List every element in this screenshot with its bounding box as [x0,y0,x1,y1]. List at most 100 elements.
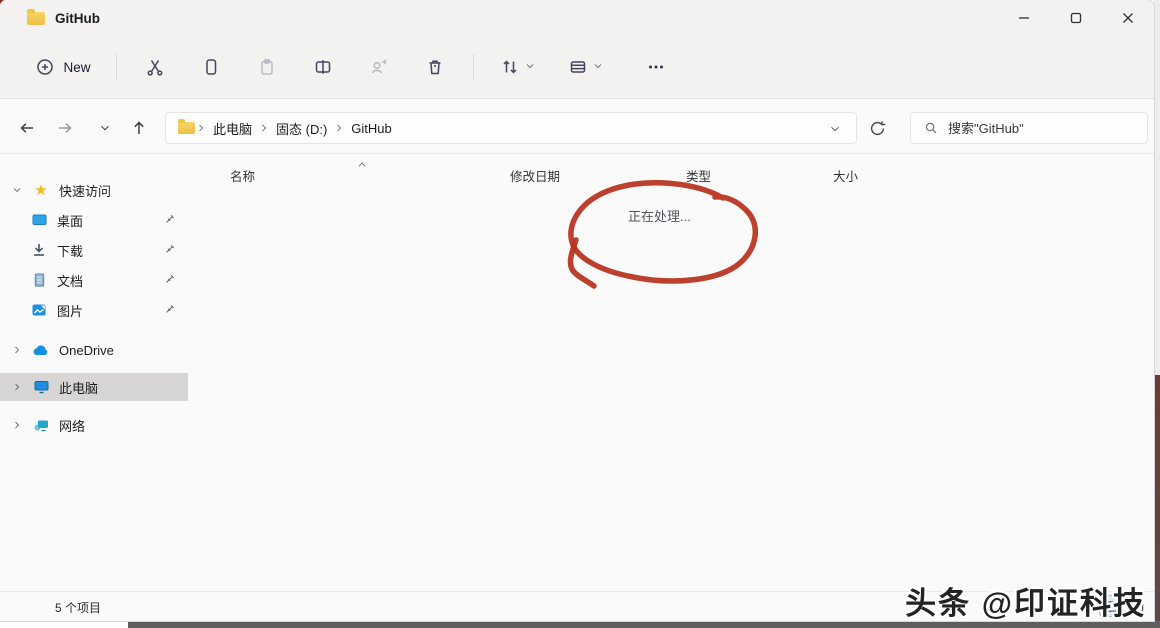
chevron-collapsed-icon[interactable] [10,344,24,356]
title-bar: GitHub [0,0,1154,36]
sidebar-item-quick-access[interactable]: ★ 快速访问 [0,176,188,204]
sidebar-item-label: 下载 [57,241,83,260]
paste-button[interactable] [245,47,289,87]
network-icon [32,417,50,433]
breadcrumb-drive-d[interactable]: 固态 (D:) [270,115,333,142]
column-header-type[interactable]: 类型 [686,166,711,185]
watermark-text: 头条 @印证科技 [905,578,1146,621]
delete-button[interactable] [413,47,457,87]
toolbar-divider [116,54,117,80]
background-right-edge-dark [1153,375,1160,628]
sidebar-item-label: OneDrive [59,343,114,358]
share-icon [369,57,389,77]
chevron-collapsed-icon[interactable] [10,381,24,393]
processing-status-text: 正在处理... [628,206,691,225]
column-header-size[interactable]: 大小 [833,166,858,185]
delete-icon [425,57,445,77]
minimize-button[interactable] [998,0,1050,36]
view-icon [568,57,588,77]
share-button[interactable] [357,47,401,87]
pin-icon [163,303,176,321]
maximize-button[interactable] [1050,0,1102,36]
chevron-down-icon [98,121,112,135]
more-options-button[interactable] [634,47,678,87]
sidebar-item-onedrive[interactable]: OneDrive [0,336,188,364]
up-arrow-icon [129,118,149,138]
desktop-icon [30,212,48,228]
cut-icon [145,57,165,77]
star-icon: ★ [32,183,50,198]
breadcrumb-github[interactable]: GitHub [345,117,397,140]
sort-button[interactable] [492,47,544,87]
rename-button[interactable] [301,47,345,87]
address-dropdown-button[interactable] [824,121,846,139]
back-button[interactable] [12,113,42,143]
chevron-right-icon [195,122,207,134]
copy-icon [201,57,221,77]
recent-locations-button[interactable] [90,113,120,143]
column-header-date-modified[interactable]: 修改日期 [510,166,560,185]
close-icon [1118,8,1138,28]
item-count: 5 个项目 [55,599,101,616]
maximize-icon [1066,8,1086,28]
chevron-right-icon [258,122,270,134]
command-toolbar: New [0,36,1154,99]
sidebar-item-label: 网络 [59,416,85,435]
computer-icon [32,379,50,395]
forward-button[interactable] [50,113,80,143]
hand-drawn-circle-annotation [563,180,763,294]
file-explorer-window: GitHub New [0,0,1154,621]
sidebar-item-label: 图片 [57,301,83,320]
sidebar-item-desktop[interactable]: 桌面 [0,206,188,234]
new-button-label: New [63,60,90,75]
up-button[interactable] [124,113,154,143]
column-header-name[interactable]: 名称 [230,166,255,185]
close-button[interactable] [1102,0,1154,36]
refresh-icon [868,119,887,138]
navigation-pane: ★ 快速访问 桌面 下载 [0,154,188,591]
refresh-button[interactable] [862,113,892,143]
chevron-right-icon [333,122,345,134]
toolbar-divider [473,54,474,80]
copy-button[interactable] [189,47,233,87]
chevron-collapsed-icon[interactable] [10,419,24,431]
rename-icon [313,57,333,77]
download-icon [30,242,48,258]
file-list-area: 名称 修改日期 类型 大小 正在处理... [188,154,1154,591]
background-bottom-edge [128,621,1160,628]
address-bar[interactable]: 此电脑 固态 (D:) GitHub [165,112,857,144]
minimize-icon [1014,8,1034,28]
chevron-expanded-icon[interactable] [10,184,24,196]
view-button[interactable] [560,47,612,87]
pin-icon [163,213,176,231]
back-arrow-icon [17,118,37,138]
chevron-down-icon [828,122,842,136]
chevron-down-icon [524,60,536,75]
screenshot-background: GitHub New [0,0,1160,628]
search-box[interactable] [910,112,1148,144]
sidebar-item-label: 快速访问 [59,181,111,200]
background-right-edge [1153,0,1160,375]
more-icon [646,57,666,77]
folder-icon [27,12,45,25]
sort-icon [500,57,520,77]
search-input[interactable] [948,121,1128,136]
sidebar-item-downloads[interactable]: 下载 [0,236,188,264]
breadcrumb-this-pc[interactable]: 此电脑 [207,115,258,142]
folder-icon [178,122,195,134]
circled-plus-icon [35,57,55,77]
main-content: ★ 快速访问 桌面 下载 [0,154,1154,591]
search-icon [923,120,939,136]
new-button[interactable]: New [20,47,106,87]
cut-button[interactable] [133,47,177,87]
sidebar-item-label: 此电脑 [59,378,98,397]
sidebar-item-documents[interactable]: 文档 [0,266,188,294]
pin-icon [163,273,176,291]
sidebar-item-network[interactable]: 网络 [0,411,188,439]
sidebar-item-this-pc[interactable]: 此电脑 [0,373,188,401]
sidebar-item-pictures[interactable]: 图片 [0,296,188,324]
pin-icon [163,243,176,261]
sort-ascending-caret-icon [356,156,368,174]
pictures-icon [30,302,48,318]
chevron-down-icon [592,60,604,75]
